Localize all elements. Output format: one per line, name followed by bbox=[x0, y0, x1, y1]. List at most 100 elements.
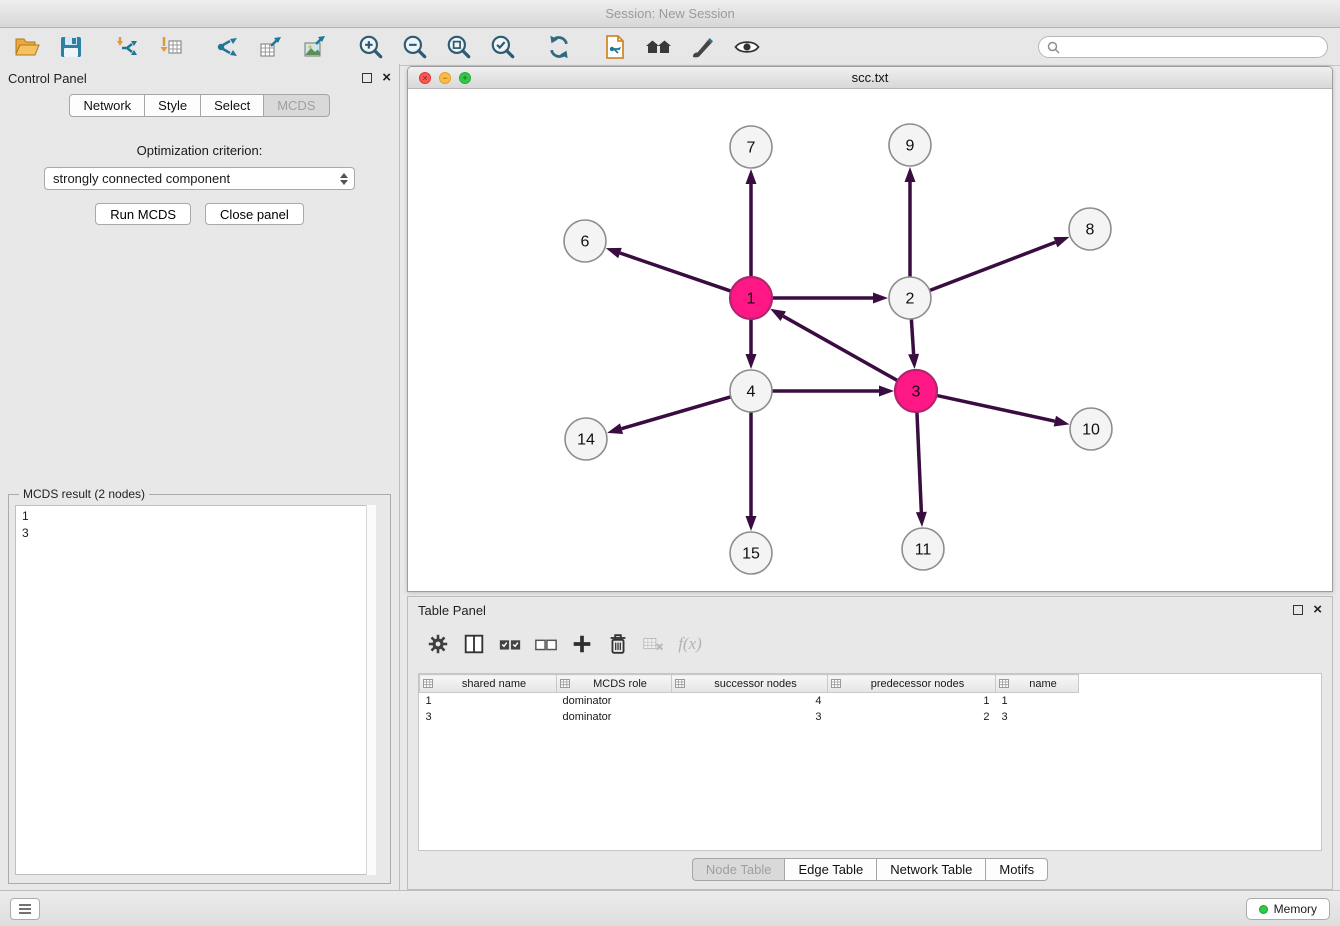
graph-node-11[interactable]: 11 bbox=[902, 528, 944, 570]
zoom-selected-button[interactable] bbox=[486, 30, 520, 64]
hide-selected-button[interactable] bbox=[730, 30, 764, 64]
close-control-panel-icon[interactable] bbox=[382, 73, 391, 83]
result-scrollbar[interactable] bbox=[366, 505, 376, 875]
table-row[interactable]: 3dominator323 bbox=[420, 709, 1079, 725]
create-column-button[interactable] bbox=[566, 628, 598, 660]
graph-node-label: 6 bbox=[581, 234, 590, 251]
new-network-from-selection-button[interactable] bbox=[598, 30, 632, 64]
run-mcds-button[interactable]: Run MCDS bbox=[95, 203, 191, 225]
tab-node-table[interactable]: Node Table bbox=[692, 858, 786, 881]
import-table-button[interactable] bbox=[154, 30, 188, 64]
trash-icon bbox=[606, 632, 630, 656]
tab-motifs[interactable]: Motifs bbox=[985, 858, 1048, 881]
table-cell[interactable]: 2 bbox=[828, 709, 996, 725]
graph-edge[interactable] bbox=[622, 397, 731, 429]
graph-node-2[interactable]: 2 bbox=[889, 277, 931, 319]
tab-select[interactable]: Select bbox=[200, 94, 264, 117]
graph-node-4[interactable]: 4 bbox=[730, 370, 772, 412]
close-table-panel-icon[interactable] bbox=[1313, 605, 1322, 615]
main-toolbar bbox=[0, 28, 1340, 66]
tab-mcds[interactable]: MCDS bbox=[263, 94, 329, 117]
memory-status-icon bbox=[1259, 905, 1268, 914]
network-graph[interactable]: 1 2 3 4 6 7 8 9 10 11 14 15 bbox=[408, 89, 1332, 591]
task-history-button[interactable] bbox=[10, 898, 40, 920]
table-toolbar: f(x) bbox=[408, 623, 1332, 665]
zoom-in-button[interactable] bbox=[354, 30, 388, 64]
table-cell[interactable]: 4 bbox=[672, 693, 828, 709]
delete-column-button[interactable] bbox=[602, 628, 634, 660]
table-cell[interactable]: 1 bbox=[996, 693, 1079, 709]
function-builder-button[interactable]: f(x) bbox=[674, 628, 706, 660]
graph-edge[interactable] bbox=[911, 319, 913, 354]
graph-node-6[interactable]: 6 bbox=[564, 220, 606, 262]
search-box[interactable] bbox=[1038, 36, 1328, 58]
memory-button[interactable]: Memory bbox=[1246, 898, 1330, 920]
table-cell[interactable]: 1 bbox=[828, 693, 996, 709]
graph-edge-arrowhead bbox=[746, 516, 757, 531]
criterion-dropdown[interactable]: strongly connected component bbox=[44, 167, 355, 190]
tab-style[interactable]: Style bbox=[144, 94, 201, 117]
column-type-icon bbox=[831, 679, 841, 691]
graph-node-1[interactable]: 1 bbox=[730, 277, 772, 319]
table-cell[interactable]: 3 bbox=[672, 709, 828, 725]
graph-edge[interactable] bbox=[937, 395, 1055, 421]
export-table-button[interactable] bbox=[254, 30, 288, 64]
graph-node-9[interactable]: 9 bbox=[889, 124, 931, 166]
optimization-criterion-label: Optimization criterion: bbox=[0, 143, 399, 158]
export-network-button[interactable] bbox=[210, 30, 244, 64]
table-cell[interactable]: 3 bbox=[996, 709, 1079, 725]
export-image-button[interactable] bbox=[298, 30, 332, 64]
close-mcds-panel-button[interactable]: Close panel bbox=[205, 203, 304, 225]
column-header-name[interactable]: name bbox=[996, 675, 1079, 693]
apply-layout-button[interactable] bbox=[542, 30, 576, 64]
graph-node-14[interactable]: 14 bbox=[565, 418, 607, 460]
mcds-result-list[interactable]: 1 3 bbox=[15, 505, 376, 875]
mcds-result-group: MCDS result (2 nodes) 1 3 bbox=[8, 494, 391, 884]
graph-edge[interactable] bbox=[930, 242, 1056, 290]
close-window-icon[interactable] bbox=[419, 72, 431, 84]
graph-node-15[interactable]: 15 bbox=[730, 532, 772, 574]
tab-network-table[interactable]: Network Table bbox=[876, 858, 986, 881]
graph-edge[interactable] bbox=[783, 316, 897, 381]
graph-edge[interactable] bbox=[620, 253, 731, 291]
float-table-panel-icon[interactable] bbox=[1293, 605, 1303, 615]
zoom-window-icon[interactable] bbox=[459, 72, 471, 84]
search-input[interactable] bbox=[1065, 39, 1319, 55]
graph-edge[interactable] bbox=[917, 412, 921, 512]
graph-edge-arrowhead bbox=[905, 167, 916, 182]
zoom-fit-button[interactable] bbox=[442, 30, 476, 64]
tab-edge-table[interactable]: Edge Table bbox=[784, 858, 877, 881]
unselect-all-columns-button[interactable] bbox=[530, 628, 562, 660]
show-neighbors-button[interactable] bbox=[642, 30, 676, 64]
table-row[interactable]: 1dominator411 bbox=[420, 693, 1079, 709]
tab-network[interactable]: Network bbox=[69, 94, 145, 117]
delete-table-icon bbox=[641, 632, 667, 656]
graph-node-8[interactable]: 8 bbox=[1069, 208, 1111, 250]
float-panel-icon[interactable] bbox=[362, 73, 372, 83]
open-session-button[interactable] bbox=[10, 30, 44, 64]
import-network-button[interactable] bbox=[110, 30, 144, 64]
select-all-columns-button[interactable] bbox=[494, 628, 526, 660]
style-button[interactable] bbox=[686, 30, 720, 64]
graph-node-10[interactable]: 10 bbox=[1070, 408, 1112, 450]
save-session-button[interactable] bbox=[54, 30, 88, 64]
column-type-icon bbox=[675, 679, 685, 691]
delete-table-button[interactable] bbox=[638, 628, 670, 660]
column-header-predecessor-nodes[interactable]: predecessor nodes bbox=[828, 675, 996, 693]
control-panel-header: Control Panel bbox=[0, 64, 399, 92]
node-table: shared name MCDS role successor nodes pr… bbox=[418, 673, 1322, 851]
table-settings-button[interactable] bbox=[422, 628, 454, 660]
toggle-column-button[interactable] bbox=[458, 628, 490, 660]
table-cell[interactable]: 3 bbox=[420, 709, 557, 725]
graph-node-3[interactable]: 3 bbox=[895, 370, 937, 412]
column-header-mcds-role[interactable]: MCDS role bbox=[557, 675, 672, 693]
table-cell[interactable]: dominator bbox=[557, 709, 672, 725]
column-header-shared-name[interactable]: shared name bbox=[420, 675, 557, 693]
zoom-out-button[interactable] bbox=[398, 30, 432, 64]
column-header-label: name bbox=[1029, 678, 1057, 690]
graph-node-7[interactable]: 7 bbox=[730, 126, 772, 168]
minimize-window-icon[interactable] bbox=[439, 72, 451, 84]
column-header-successor-nodes[interactable]: successor nodes bbox=[672, 675, 828, 693]
table-cell[interactable]: 1 bbox=[420, 693, 557, 709]
table-cell[interactable]: dominator bbox=[557, 693, 672, 709]
